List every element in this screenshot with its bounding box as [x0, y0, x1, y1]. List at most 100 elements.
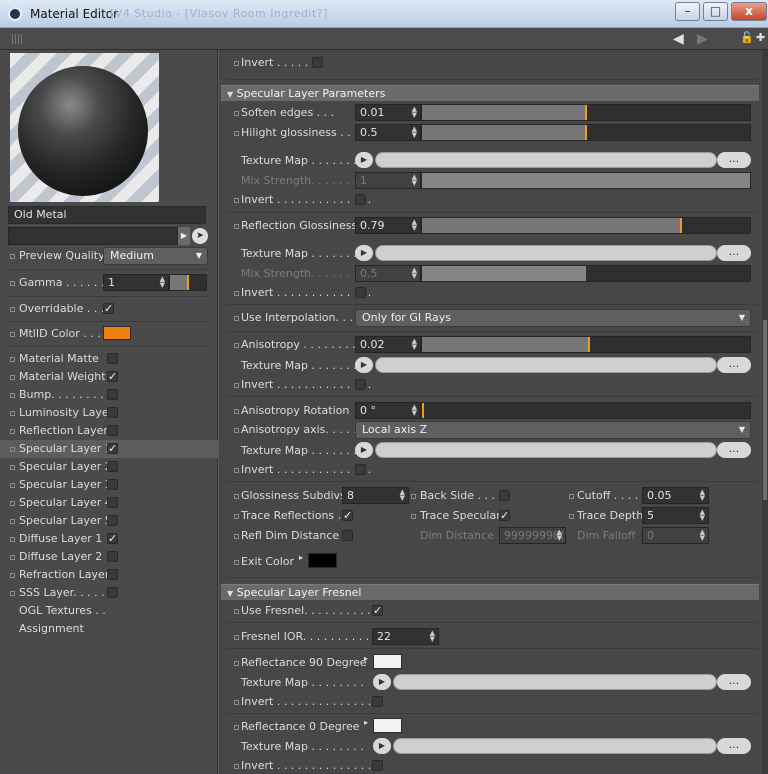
- spinner-icon[interactable]: ▲ ▼: [412, 219, 417, 232]
- keyframe-dot-icon[interactable]: [234, 111, 239, 116]
- reflection-glossiness-input[interactable]: 0.79 ▲ ▼: [355, 217, 421, 234]
- material-blank-field[interactable]: [8, 227, 178, 245]
- keyframe-dot-icon[interactable]: [234, 198, 239, 203]
- channel-checkbox[interactable]: ✓: [107, 443, 118, 454]
- invert-checkbox[interactable]: [312, 57, 323, 68]
- use-interpolation-dropdown[interactable]: Only for GI Rays ▼: [355, 309, 751, 327]
- channel-item[interactable]: Diffuse Layer 1 ✓: [0, 530, 218, 548]
- spinner-icon[interactable]: ▲ ▼: [412, 267, 417, 280]
- keyframe-dot-icon[interactable]: [569, 494, 574, 499]
- channel-checkbox[interactable]: [107, 461, 118, 472]
- anisotropy-rotation-input[interactable]: 0 ° ▲ ▼: [355, 402, 421, 419]
- keyframe-dot-icon[interactable]: [569, 514, 574, 519]
- exit-color-swatch[interactable]: [308, 553, 337, 568]
- reflection-glossiness-slider[interactable]: [421, 217, 751, 234]
- cutoff-input[interactable]: 0.05 ▲ ▼: [642, 487, 709, 504]
- gamma-input[interactable]: 1 ▲ ▼: [103, 274, 169, 291]
- keyframe-dot-icon[interactable]: [10, 537, 15, 542]
- keyframe-dot-icon[interactable]: [10, 375, 15, 380]
- back-side-checkbox[interactable]: [499, 490, 510, 501]
- keyframe-dot-icon[interactable]: [234, 409, 239, 414]
- channel-checkbox[interactable]: [107, 515, 118, 526]
- channel-checkbox[interactable]: [107, 569, 118, 580]
- mix-strength-input[interactable]: 0.5 ▲ ▼: [355, 265, 421, 282]
- trace-specular-checkbox[interactable]: ✓: [499, 510, 510, 521]
- keyframe-dot-icon[interactable]: [234, 764, 239, 769]
- overridable-checkbox[interactable]: ✓: [103, 303, 114, 314]
- keyframe-dot-icon[interactable]: [10, 573, 15, 578]
- spinner-icon[interactable]: ▲ ▼: [412, 404, 417, 417]
- expand-arrow-icon[interactable]: ▸: [299, 553, 303, 562]
- keyframe-dot-icon[interactable]: [10, 591, 15, 596]
- maximize-button[interactable]: □: [703, 2, 728, 21]
- mix-strength-input[interactable]: 1 ▲ ▼: [355, 172, 421, 189]
- list-item[interactable]: Assignment: [0, 620, 218, 638]
- channel-item[interactable]: Luminosity Layer: [0, 404, 218, 422]
- channel-item[interactable]: Material Matte: [0, 350, 218, 368]
- keyframe-dot-icon[interactable]: [10, 501, 15, 506]
- channel-item[interactable]: Specular Layer 3: [0, 476, 218, 494]
- back-arrow-icon[interactable]: ◀: [673, 31, 684, 47]
- channel-checkbox[interactable]: [107, 425, 118, 436]
- scrollbar[interactable]: [762, 50, 768, 774]
- keyframe-dot-icon[interactable]: [10, 281, 15, 286]
- keyframe-dot-icon[interactable]: [234, 428, 239, 433]
- keyframe-dot-icon[interactable]: [10, 411, 15, 416]
- keyframe-dot-icon[interactable]: [234, 534, 239, 539]
- spinner-icon[interactable]: ▲ ▼: [557, 529, 562, 542]
- channel-item[interactable]: Specular Layer 1 ✓: [0, 440, 218, 458]
- browse-button[interactable]: ...: [717, 442, 751, 458]
- invert-checkbox[interactable]: [355, 379, 366, 390]
- keyframe-dot-icon[interactable]: [234, 468, 239, 473]
- channel-checkbox[interactable]: [107, 479, 118, 490]
- minimize-button[interactable]: –: [675, 2, 700, 21]
- field-arrow-icon[interactable]: ▶: [178, 227, 190, 245]
- browse-button[interactable]: ...: [717, 245, 751, 261]
- channel-item[interactable]: Material Weight ✓: [0, 368, 218, 386]
- browse-button[interactable]: ...: [717, 152, 751, 168]
- keyframe-dot-icon[interactable]: [10, 519, 15, 524]
- invert-checkbox[interactable]: [355, 464, 366, 475]
- texture-path-field[interactable]: [393, 738, 717, 754]
- channel-checkbox[interactable]: [107, 353, 118, 364]
- trace-depth-input[interactable]: 5 ▲ ▼: [642, 507, 709, 524]
- spinner-icon[interactable]: ▲ ▼: [700, 509, 705, 522]
- picker-icon[interactable]: ➤: [192, 228, 208, 244]
- soften-edges-slider[interactable]: [421, 104, 751, 121]
- channel-checkbox[interactable]: [107, 497, 118, 508]
- keyframe-dot-icon[interactable]: [10, 465, 15, 470]
- material-name-field[interactable]: Old Metal: [8, 206, 206, 224]
- scrollbar-thumb[interactable]: [763, 320, 767, 500]
- keyframe-dot-icon[interactable]: [234, 560, 239, 565]
- keyframe-dot-icon[interactable]: [10, 307, 15, 312]
- keyframe-dot-icon[interactable]: [411, 494, 416, 499]
- mtlid-color-swatch[interactable]: [103, 326, 131, 340]
- spinner-icon[interactable]: ▲ ▼: [700, 489, 705, 502]
- anisotropy-rotation-slider[interactable]: [421, 402, 751, 419]
- play-icon[interactable]: ▶: [355, 442, 373, 458]
- anisotropy-axis-dropdown[interactable]: Local axis Z ▼: [355, 421, 751, 439]
- channel-checkbox[interactable]: [107, 407, 118, 418]
- channel-checkbox[interactable]: [107, 587, 118, 598]
- spinner-icon[interactable]: ▲ ▼: [160, 276, 165, 289]
- spinner-icon[interactable]: ▲ ▼: [412, 106, 417, 119]
- soften-edges-input[interactable]: 0.01 ▲ ▼: [355, 104, 421, 121]
- keyframe-dot-icon[interactable]: [234, 725, 239, 730]
- keyframe-dot-icon[interactable]: [234, 514, 239, 519]
- channel-item[interactable]: Bump. . . . . . . . .: [0, 386, 218, 404]
- hilight-glossiness-input[interactable]: 0.5 ▲ ▼: [355, 124, 421, 141]
- preview-quality-dropdown[interactable]: Medium ▼: [103, 247, 208, 265]
- texture-path-field[interactable]: [375, 357, 717, 373]
- forward-arrow-icon[interactable]: ▶: [697, 31, 708, 47]
- anisotropy-input[interactable]: 0.02 ▲ ▼: [355, 336, 421, 353]
- play-icon[interactable]: ▶: [373, 738, 391, 754]
- channel-item[interactable]: Specular Layer 5: [0, 512, 218, 530]
- keyframe-dot-icon[interactable]: [411, 514, 416, 519]
- keyframe-dot-icon[interactable]: [234, 61, 239, 66]
- anisotropy-slider[interactable]: [421, 336, 751, 353]
- gamma-slider[interactable]: [169, 274, 207, 291]
- trace-reflections-checkbox[interactable]: ✓: [342, 510, 353, 521]
- keyframe-dot-icon[interactable]: [10, 429, 15, 434]
- reflectance-0-swatch[interactable]: [373, 718, 402, 733]
- channel-checkbox[interactable]: ✓: [107, 533, 118, 544]
